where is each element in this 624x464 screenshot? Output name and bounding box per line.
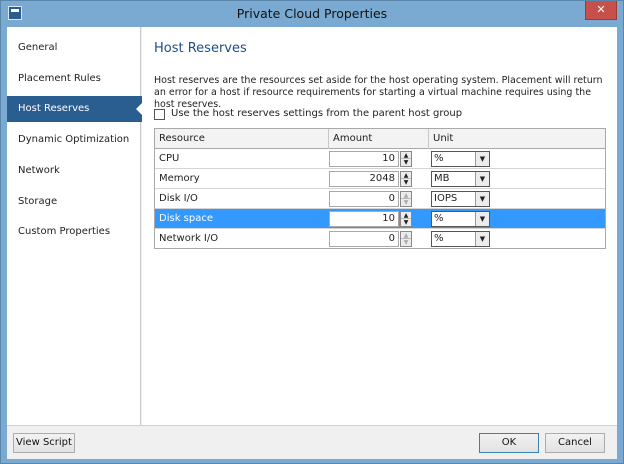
chevron-down-icon[interactable]: ▼	[475, 212, 489, 226]
main-panel: Host Reserves Host reserves are the reso…	[142, 27, 617, 425]
close-button[interactable]: ✕	[585, 1, 617, 20]
sidebar-item-storage[interactable]: Storage	[7, 189, 141, 215]
unit-dropdown[interactable]: % ▼	[431, 231, 490, 247]
amount-input[interactable]: 10	[329, 151, 399, 167]
sidebar-item-general[interactable]: General	[7, 35, 141, 61]
chevron-down-icon[interactable]: ▼	[475, 152, 489, 166]
close-icon: ✕	[596, 3, 606, 16]
spin-up-icon[interactable]: ▲	[401, 152, 411, 159]
spin-down-icon[interactable]: ▼	[401, 199, 411, 206]
spin-down-icon[interactable]: ▼	[401, 239, 411, 246]
amount-spinner[interactable]: ▲ ▼	[400, 151, 412, 167]
resource-name: Network I/O	[159, 233, 219, 244]
table-row-cpu[interactable]: CPU 10 ▲ ▼ % ▼	[155, 149, 605, 169]
spin-up-icon[interactable]: ▲	[401, 212, 411, 219]
unit-dropdown[interactable]: % ▼	[431, 151, 490, 167]
ok-button[interactable]: OK	[479, 433, 539, 453]
unit-dropdown[interactable]: MB ▼	[431, 171, 490, 187]
spin-down-icon[interactable]: ▼	[401, 219, 411, 226]
resource-name: Memory	[159, 173, 200, 184]
column-header-resource[interactable]: Resource	[155, 129, 329, 149]
column-header-unit[interactable]: Unit	[429, 129, 605, 149]
resource-name: Disk I/O	[159, 193, 198, 204]
unit-value: %	[434, 153, 444, 164]
sidebar-item-custom-properties[interactable]: Custom Properties	[7, 219, 141, 245]
unit-value: %	[434, 213, 444, 224]
parent-settings-checkbox[interactable]	[154, 109, 165, 120]
spin-up-icon[interactable]: ▲	[401, 192, 411, 199]
sidebar: General Placement Rules Host Reserves Dy…	[7, 27, 144, 425]
amount-input[interactable]: 10	[329, 211, 399, 227]
resource-name: CPU	[159, 153, 180, 164]
amount-input[interactable]: 2048	[329, 171, 399, 187]
reserves-grid: Resource Amount Unit CPU 10 ▲ ▼ % ▼ Memo…	[154, 128, 606, 249]
unit-value: MB	[434, 173, 450, 184]
view-script-button[interactable]: View Script	[13, 433, 75, 453]
dialog-footer: View Script OK Cancel	[7, 425, 617, 459]
unit-dropdown[interactable]: % ▼	[431, 211, 490, 227]
amount-spinner[interactable]: ▲ ▼	[400, 171, 412, 187]
unit-value: %	[434, 233, 444, 244]
parent-settings-label[interactable]: Use the host reserves settings from the …	[171, 108, 462, 119]
resource-name: Disk space	[159, 213, 213, 224]
spin-down-icon[interactable]: ▼	[401, 179, 411, 186]
sidebar-item-placement-rules[interactable]: Placement Rules	[7, 66, 141, 92]
chevron-down-icon[interactable]: ▼	[475, 232, 489, 246]
description-text: Host reserves are the resources set asid…	[154, 75, 603, 110]
table-row-disk-space[interactable]: Disk space 10 ▲ ▼ % ▼	[155, 209, 605, 229]
spin-up-icon[interactable]: ▲	[401, 172, 411, 179]
cancel-button[interactable]: Cancel	[545, 433, 605, 453]
amount-spinner[interactable]: ▲ ▼	[400, 211, 412, 227]
amount-spinner[interactable]: ▲ ▼	[400, 231, 412, 247]
unit-value: IOPS	[434, 193, 458, 204]
dialog-client: General Placement Rules Host Reserves Dy…	[7, 27, 617, 459]
window-title: Private Cloud Properties	[236, 6, 388, 21]
page-title: Host Reserves	[154, 41, 247, 56]
spin-down-icon[interactable]: ▼	[401, 159, 411, 166]
spin-up-icon[interactable]: ▲	[401, 232, 411, 239]
table-row-memory[interactable]: Memory 2048 ▲ ▼ MB ▼	[155, 169, 605, 189]
chevron-down-icon[interactable]: ▼	[475, 172, 489, 186]
amount-input[interactable]: 0	[329, 191, 399, 207]
table-row-disk-io[interactable]: Disk I/O 0 ▲ ▼ IOPS ▼	[155, 189, 605, 209]
table-row-network-io[interactable]: Network I/O 0 ▲ ▼ % ▼	[155, 229, 605, 249]
sidebar-item-host-reserves[interactable]: Host Reserves	[7, 96, 144, 122]
chevron-down-icon[interactable]: ▼	[475, 192, 489, 206]
unit-dropdown[interactable]: IOPS ▼	[431, 191, 490, 207]
sidebar-item-network[interactable]: Network	[7, 158, 141, 184]
sidebar-item-dynamic-optimization[interactable]: Dynamic Optimization	[7, 127, 141, 153]
grid-header: Resource Amount Unit	[155, 129, 605, 149]
title-bar[interactable]: Private Cloud Properties ✕	[1, 1, 623, 27]
properties-window: Private Cloud Properties ✕ General Place…	[0, 0, 624, 464]
amount-spinner[interactable]: ▲ ▼	[400, 191, 412, 207]
column-header-amount[interactable]: Amount	[329, 129, 429, 149]
amount-input[interactable]: 0	[329, 231, 399, 247]
